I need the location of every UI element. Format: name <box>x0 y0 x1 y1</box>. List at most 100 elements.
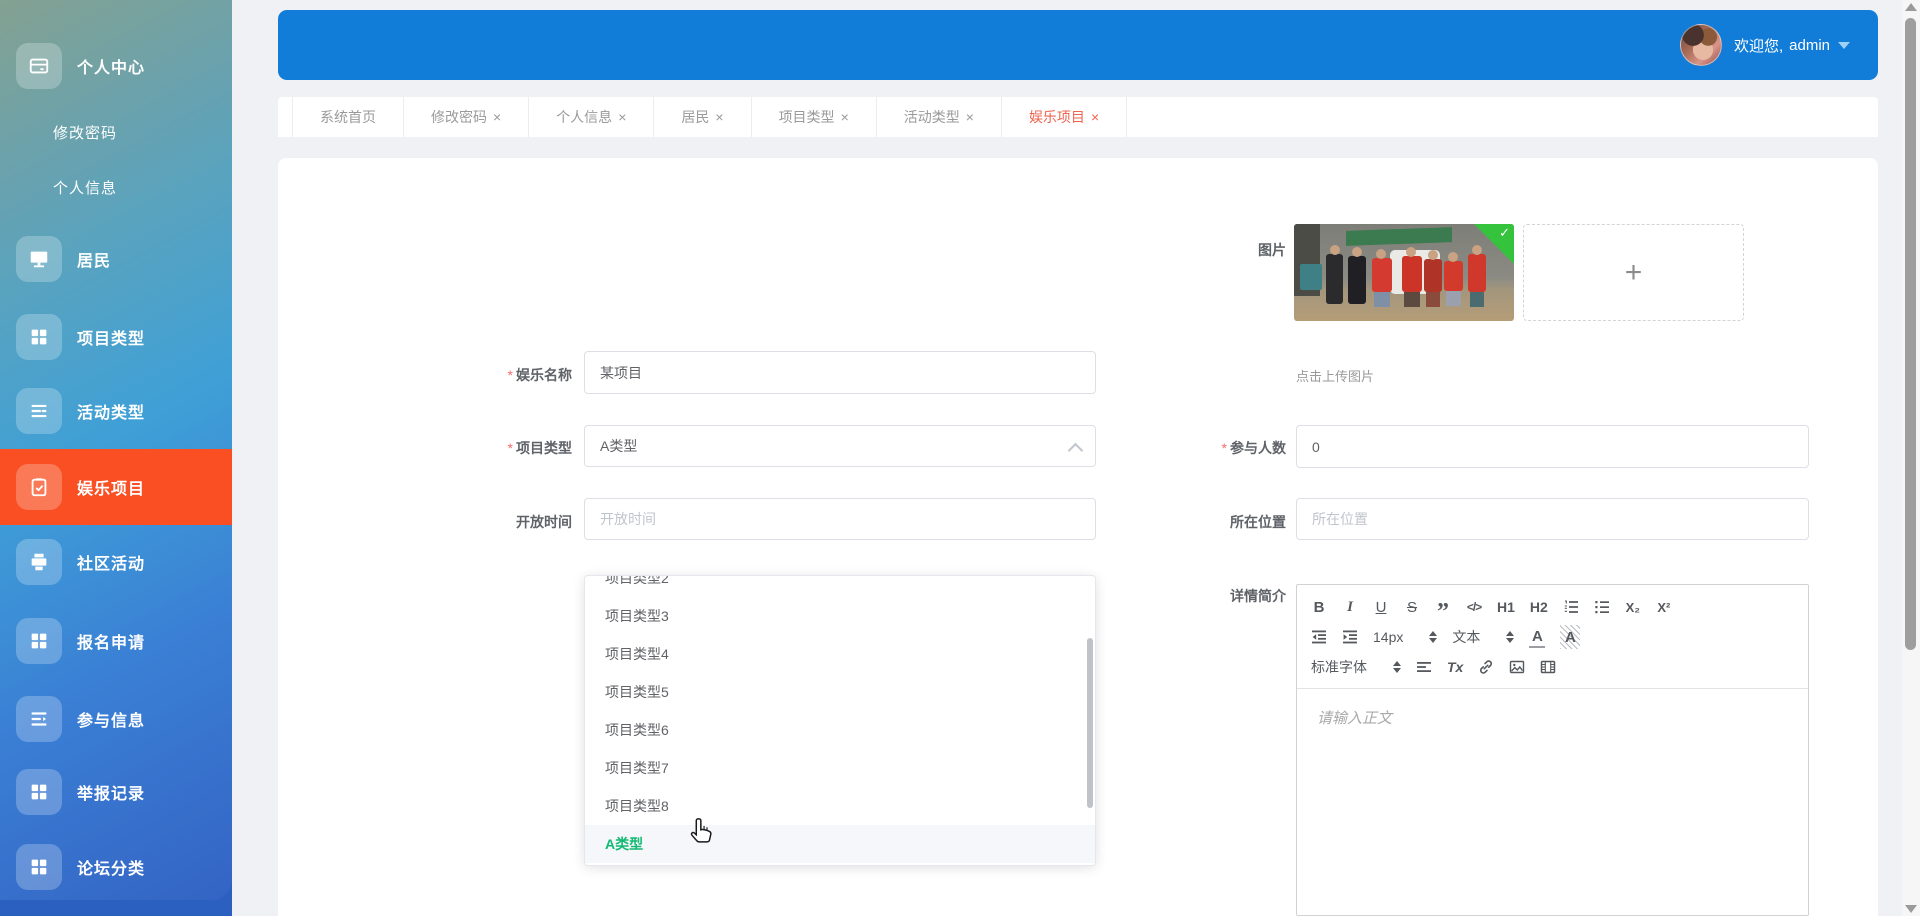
sidebar-item-forum-category[interactable]: 论坛分类 <box>0 844 232 890</box>
tab-close-icon[interactable]: × <box>715 109 723 125</box>
bullet-list-button[interactable] <box>1594 595 1610 619</box>
tab-close-icon[interactable]: × <box>841 109 849 125</box>
toolbar-row-1: BIUS ” </> H1 H2 X₂ X² <box>1311 592 1794 622</box>
tab-close-icon[interactable]: × <box>493 109 501 125</box>
open-time-label: 开放时间 <box>442 512 572 532</box>
sidebar-item-report-record[interactable]: 举报记录 <box>0 769 232 815</box>
sidebar-item-project-type[interactable]: 项目类型 <box>0 314 232 360</box>
location-input[interactable]: 所在位置 <box>1296 498 1809 540</box>
upload-button[interactable]: + <box>1523 224 1744 321</box>
h1-button[interactable]: H1 <box>1497 595 1515 619</box>
photo-person <box>1372 258 1392 292</box>
entertainment-name-input[interactable]: 某项目 <box>584 351 1096 394</box>
option-project-type-6[interactable]: 项目类型6 <box>585 711 1095 749</box>
tab-home[interactable]: 系统首页 <box>292 97 404 137</box>
welcome-text: 欢迎您, admin <box>1734 35 1850 56</box>
participants-input[interactable]: 0 <box>1296 425 1809 468</box>
sidebar-item-participation-info[interactable]: 参与信息 <box>0 696 232 742</box>
grid-icon <box>16 618 62 664</box>
postcard-icon <box>16 43 62 89</box>
tab-entertainment-project[interactable]: 娱乐项目× <box>1002 97 1127 137</box>
tab-activity-type[interactable]: 活动类型× <box>877 97 1002 137</box>
editor-content-area[interactable]: 请输入正文 <box>1297 689 1808 916</box>
font-color-button[interactable]: A <box>1529 627 1545 648</box>
align-button[interactable] <box>1416 655 1432 679</box>
location-placeholder: 所在位置 <box>1312 509 1368 529</box>
strikethrough-button[interactable]: S <box>1404 595 1420 619</box>
subscript-button[interactable]: X₂ <box>1625 595 1641 619</box>
option-project-type-5[interactable]: 项目类型5 <box>585 673 1095 711</box>
toolbar-row-2: 14px 文本 AA <box>1311 622 1794 652</box>
option-project-type-4[interactable]: 项目类型4 <box>585 635 1095 673</box>
tab-project-type[interactable]: 项目类型× <box>752 97 877 137</box>
sidebar-item-community-activity[interactable]: 社区活动 <box>0 539 232 585</box>
check-icon: ✓ <box>1499 225 1510 241</box>
sidebar-item-change-password[interactable]: 修改密码 <box>0 122 232 143</box>
uploaded-photo[interactable]: ✓ <box>1294 224 1514 321</box>
sidebar-item-resident[interactable]: 居民 <box>0 236 232 282</box>
indent-button[interactable] <box>1342 625 1358 649</box>
sidebar-item-label: 娱乐项目 <box>77 475 145 499</box>
italic-button[interactable]: I <box>1342 595 1358 619</box>
photo-person <box>1402 256 1422 292</box>
username: admin <box>1789 37 1830 54</box>
open-time-input[interactable]: 开放时间 <box>584 498 1096 540</box>
editor-toolbar: BIUS ” </> H1 H2 X₂ X² 14px 文本 AA 标准字体 Tx <box>1297 585 1808 689</box>
sidebar-item-label: 参与信息 <box>77 707 145 731</box>
sidebar-item-personal-center[interactable]: 个人中心 <box>0 43 232 89</box>
entertainment-name-value: 某项目 <box>600 363 642 383</box>
updown-arrows-icon <box>1429 631 1437 643</box>
editor-placeholder: 请输入正文 <box>1317 707 1392 728</box>
dropdown-scrollbar[interactable] <box>1087 638 1093 808</box>
tab-personal-info[interactable]: 个人信息× <box>529 97 654 137</box>
tab-close-icon[interactable]: × <box>966 109 974 125</box>
h2-button[interactable]: H2 <box>1530 595 1548 619</box>
open-time-placeholder: 开放时间 <box>600 509 656 529</box>
option-project-type-7[interactable]: 项目类型7 <box>585 749 1095 787</box>
tab-change-password[interactable]: 修改密码× <box>404 97 529 137</box>
link-button[interactable] <box>1478 655 1494 679</box>
avatar[interactable] <box>1680 24 1722 66</box>
page-scrollbar-thumb[interactable] <box>1905 18 1916 650</box>
photo-person <box>1444 261 1463 291</box>
sidebar-item-personal-info[interactable]: 个人信息 <box>0 177 232 198</box>
ordered-list-button[interactable] <box>1563 595 1579 619</box>
sidebar-item-label: 个人中心 <box>77 54 145 78</box>
bold-button[interactable]: B <box>1311 595 1327 619</box>
clear-format-button[interactable]: Tx <box>1447 655 1463 679</box>
insert-video-button[interactable] <box>1540 655 1556 679</box>
hand-cursor <box>688 816 716 848</box>
tab-close-icon[interactable]: × <box>618 109 626 125</box>
code-button[interactable]: </> <box>1466 595 1482 619</box>
participants-value: 0 <box>1312 439 1320 455</box>
underline-button[interactable]: U <box>1373 595 1389 619</box>
top-header-bar: 欢迎您, admin <box>278 10 1878 80</box>
highlight-button[interactable]: A <box>1560 625 1580 649</box>
sidebar-item-activity-type[interactable]: 活动类型 <box>0 388 232 434</box>
option-project-type-3[interactable]: 项目类型3 <box>585 597 1095 635</box>
outdent-button[interactable] <box>1311 625 1327 649</box>
insert-image-button[interactable] <box>1509 655 1525 679</box>
font-family-select[interactable]: 标准字体 <box>1311 657 1401 677</box>
sidebar-item-registration-application[interactable]: 报名申请 <box>0 618 232 664</box>
sidebar-item-label: 居民 <box>77 247 111 271</box>
sidebar-item-entertainment-project[interactable]: 娱乐项目 <box>0 449 232 525</box>
chevron-down-icon[interactable] <box>1838 42 1850 49</box>
font-size-select[interactable]: 14px <box>1373 629 1437 645</box>
project-type-select[interactable]: A类型 <box>584 425 1096 467</box>
blockquote-button[interactable]: ” <box>1435 590 1451 624</box>
option-project-type-8[interactable]: 项目类型8 <box>585 787 1095 825</box>
dropdown-list: 项目类型2项目类型3项目类型4项目类型5项目类型6项目类型7项目类型8A类型 <box>585 575 1095 863</box>
project-type-value: A类型 <box>600 436 637 456</box>
option-a-type[interactable]: A类型 <box>585 825 1095 863</box>
user-area[interactable]: 欢迎您, admin <box>1680 10 1850 80</box>
option-project-type-2[interactable]: 项目类型2 <box>585 575 1095 597</box>
detail-label: 详情简介 <box>1156 586 1286 606</box>
scroll-up-arrow-icon[interactable] <box>1905 3 1917 11</box>
text-style-select[interactable]: 文本 <box>1452 627 1514 647</box>
tab-resident[interactable]: 居民× <box>654 97 751 137</box>
scroll-down-arrow-icon[interactable] <box>1905 905 1917 913</box>
tab-close-icon[interactable]: × <box>1091 109 1099 125</box>
superscript-button[interactable]: X² <box>1656 595 1672 619</box>
page-scrollbar[interactable] <box>1902 0 1920 916</box>
